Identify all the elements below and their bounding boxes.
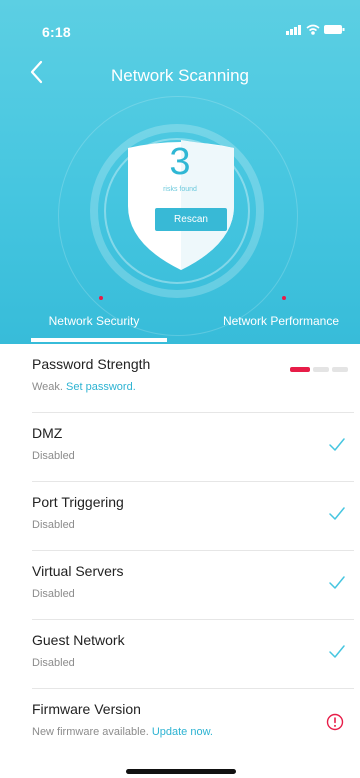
- item-title: Virtual Servers: [32, 563, 124, 579]
- list-item-password-strength[interactable]: Password Strength Weak. Set password.: [32, 344, 354, 413]
- list-item-dmz[interactable]: DMZ Disabled: [32, 413, 354, 482]
- item-subtitle: Weak. Set password.: [32, 381, 136, 393]
- item-subtitle: Disabled: [32, 519, 75, 531]
- item-title: Port Triggering: [32, 494, 124, 510]
- alert-icon: [326, 713, 344, 731]
- signal-icon: [286, 25, 301, 35]
- home-indicator: [126, 769, 236, 774]
- item-subtitle: Disabled: [32, 588, 75, 600]
- check-icon: [329, 438, 345, 451]
- item-title: Firmware Version: [32, 701, 141, 717]
- page-title: Network Scanning: [111, 66, 249, 85]
- list-item-firmware-version[interactable]: Firmware Version New firmware available.…: [32, 689, 354, 757]
- tab-network-security[interactable]: Network Security: [34, 314, 154, 334]
- active-tab-indicator: [31, 338, 167, 342]
- strength-segment: [313, 367, 329, 372]
- wifi-icon: [306, 24, 320, 35]
- security-items-list: Password Strength Weak. Set password. DM…: [0, 344, 360, 757]
- set-password-link[interactable]: Set password.: [66, 381, 136, 393]
- battery-icon: [324, 25, 345, 34]
- check-icon: [329, 645, 345, 658]
- list-item-port-triggering[interactable]: Port Triggering Disabled: [32, 482, 354, 551]
- password-strength-meter: [290, 367, 352, 373]
- strength-segment: [332, 367, 348, 372]
- status-icons: [286, 24, 345, 35]
- check-icon: [329, 507, 345, 520]
- strength-segment: [290, 367, 310, 372]
- item-title: Password Strength: [32, 356, 151, 372]
- item-subtitle: Disabled: [32, 657, 75, 669]
- item-subtitle: New firmware available. Update now.: [32, 726, 213, 738]
- status-bar: 6:18: [0, 0, 360, 40]
- check-icon: [329, 576, 345, 589]
- update-now-link[interactable]: Update now.: [152, 726, 213, 738]
- risk-count: 3: [169, 141, 191, 183]
- item-title: DMZ: [32, 425, 63, 441]
- risk-label: risks found: [163, 186, 197, 193]
- item-subtitle: Disabled: [32, 450, 75, 462]
- security-alert-dot: [99, 296, 103, 300]
- tab-network-performance[interactable]: Network Performance: [208, 314, 354, 334]
- rescan-button[interactable]: Rescan: [155, 208, 227, 231]
- status-time: 6:18: [42, 24, 71, 40]
- scan-hero: 6:18 Network Scanning 3 risks found Resc…: [0, 0, 360, 344]
- list-item-guest-network[interactable]: Guest Network Disabled: [32, 620, 354, 689]
- performance-alert-dot: [282, 296, 286, 300]
- item-title: Guest Network: [32, 632, 125, 648]
- list-item-virtual-servers[interactable]: Virtual Servers Disabled: [32, 551, 354, 620]
